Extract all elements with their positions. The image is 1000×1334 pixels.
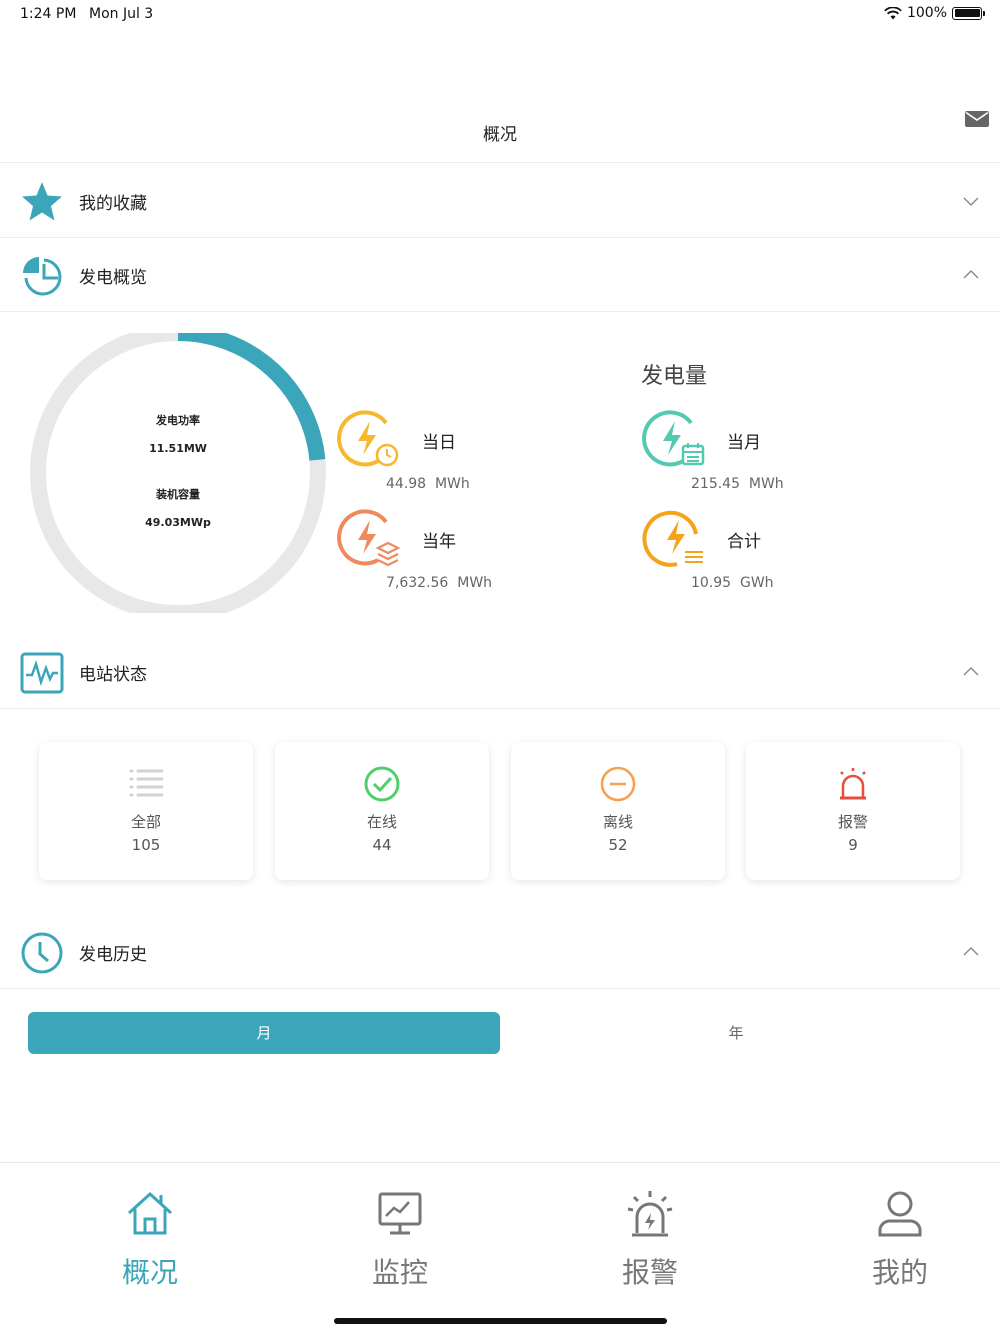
lightning-layers-icon [337, 509, 401, 567]
section-title-favorites: 我的收藏 [79, 194, 147, 214]
chevron-down-icon[interactable] [962, 192, 980, 210]
status-card-alarm[interactable]: 报警 9 [746, 742, 960, 880]
status-card-all-label: 全部 [130, 813, 161, 831]
monitor-chart-icon [378, 1192, 422, 1235]
generation-total-value: 10.95 GWh [691, 575, 774, 591]
status-right: 100% [884, 5, 985, 21]
generation-day-label: 当日 [422, 433, 456, 453]
status-card-alarm-value: 9 [848, 836, 858, 854]
history-tab-month[interactable]: 月 [28, 1012, 500, 1054]
generation-month-value: 215.45 MWh [691, 476, 784, 492]
power-gauge [30, 333, 326, 613]
generation-year-value: 7,632.56 MWh [386, 575, 493, 591]
star-icon [22, 182, 62, 221]
chevron-up-icon[interactable] [962, 663, 980, 681]
tab-mine-label: 我的 [871, 1256, 928, 1289]
tab-bar: 概况 监控 报警 我的 [0, 1162, 1000, 1334]
generation-total: 合计 10.95 GWh [641, 508, 921, 598]
generation-month-label: 当月 [727, 433, 761, 453]
gauge-power-label: 发电功率 [156, 414, 200, 427]
status-card-online[interactable]: 在线 44 [275, 742, 489, 880]
status-card-online-value: 44 [372, 836, 392, 854]
gauge-arc [177, 333, 326, 461]
status-date: Mon Jul 3 [89, 6, 154, 22]
status-card-offline-value: 52 [608, 836, 628, 854]
wifi-icon [884, 6, 902, 19]
status-time: 1:24 PM [20, 6, 77, 22]
status-card-offline-label: 离线 [602, 813, 633, 831]
generation-year-label: 当年 [422, 532, 456, 552]
generation-day: 当日 44.98 MWh [336, 409, 616, 499]
lightning-clock-icon [337, 410, 399, 467]
section-history[interactable]: 发电历史 [0, 915, 1000, 989]
check-circle-icon [364, 766, 400, 802]
section-title-history: 发电历史 [79, 945, 147, 965]
list-icon [129, 769, 164, 797]
generation-day-value: 44.98 MWh [386, 476, 470, 492]
section-favorites[interactable]: 我的收藏 [0, 164, 1000, 238]
alarm-siren-icon [627, 1191, 673, 1237]
battery-percent: 100% [906, 5, 947, 21]
home-indicator [334, 1318, 667, 1324]
tab-monitor-label: 监控 [371, 1256, 428, 1289]
tab-alarm-label: 报警 [621, 1256, 678, 1289]
mail-icon[interactable] [965, 111, 989, 127]
section-title-station-status: 电站状态 [79, 665, 147, 685]
page-title: 概况 [483, 125, 517, 145]
minus-circle-icon [600, 766, 636, 802]
section-station-status[interactable]: 电站状态 [0, 635, 1000, 709]
section-title-overview: 发电概览 [79, 268, 147, 288]
clock-icon [21, 932, 63, 974]
generation-year: 当年 7,632.56 MWh [336, 508, 616, 598]
chevron-up-icon[interactable] [962, 943, 980, 961]
status-card-all[interactable]: 全部 105 [39, 742, 253, 880]
nav-bar: 概况 [0, 100, 1000, 163]
tab-overview[interactable]: 概况 [25, 1163, 275, 1303]
tab-monitor[interactable]: 监控 [275, 1163, 525, 1303]
gauge-capacity-label: 装机容量 [156, 488, 200, 501]
lightning-list-icon [642, 510, 703, 567]
status-bar: 1:24 PM Mon Jul 3 100% [0, 0, 1000, 28]
gauge-power-value: 11.51MW [149, 442, 207, 455]
status-card-online-label: 在线 [366, 813, 397, 831]
pulse-monitor-icon [20, 652, 64, 694]
generation-total-label: 合计 [727, 532, 761, 552]
user-icon [878, 1191, 922, 1237]
generation-month: 当月 215.45 MWh [641, 409, 921, 499]
status-card-all-value: 105 [131, 836, 161, 854]
status-card-offline[interactable]: 离线 52 [511, 742, 725, 880]
gauge-capacity-value: 49.03MWp [145, 516, 211, 529]
tab-alarm[interactable]: 报警 [525, 1163, 775, 1303]
home-icon [127, 1191, 173, 1235]
battery-icon [952, 6, 985, 20]
chevron-up-icon[interactable] [962, 266, 980, 284]
status-card-alarm-label: 报警 [837, 813, 868, 831]
generation-title: 发电量 [641, 364, 708, 389]
siren-icon [840, 768, 866, 800]
history-tab-year[interactable]: 年 [500, 1012, 972, 1054]
tab-mine[interactable]: 我的 [775, 1163, 1000, 1303]
section-overview[interactable]: 发电概览 [0, 238, 1000, 312]
lightning-calendar-icon [642, 410, 705, 467]
pie-chart-icon [23, 257, 62, 296]
tab-overview-label: 概况 [121, 1256, 178, 1289]
